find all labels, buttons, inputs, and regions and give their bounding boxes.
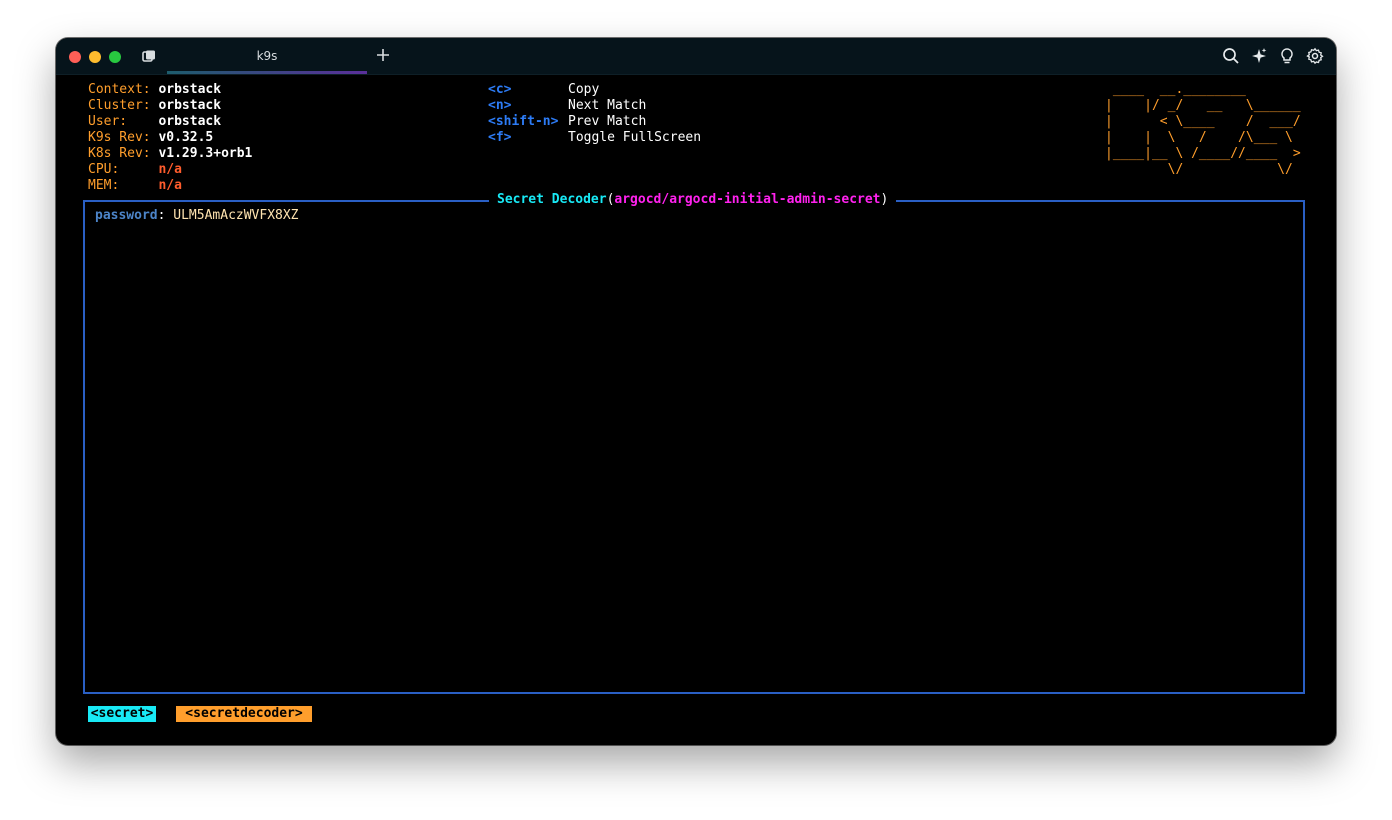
panel-resource-name: argocd/argocd-initial-admin-secret (614, 192, 881, 207)
info-k9s-rev: K9s Rev: v0.32.5 (88, 130, 214, 145)
info-context: Context: orbstack (88, 82, 222, 97)
shortcut-fullscreen: <f> (488, 130, 512, 145)
tab-k9s[interactable]: k9s (167, 38, 367, 74)
settings-gear-icon[interactable] (1306, 47, 1324, 65)
close-window-button[interactable] (69, 51, 81, 63)
zoom-window-button[interactable] (109, 51, 121, 63)
new-tab-icon[interactable] (375, 47, 391, 63)
secret-entry[interactable]: password: ULM5AmAczWVFX8XZ (95, 208, 299, 224)
sparkle-ai-icon[interactable] (1250, 47, 1268, 65)
info-user: User: orbstack (88, 114, 222, 129)
shortcut-next-match-desc: Next Match (568, 98, 647, 113)
info-cpu: CPU: n/a (88, 162, 182, 177)
terminal-window: k9s Context: orbstack Cluster: orbstack … (56, 38, 1336, 745)
secret-value: ULM5AmAczWVFX8XZ (173, 208, 299, 223)
secret-key: password (95, 208, 158, 223)
secret-decoder-panel[interactable]: Secret Decoder(argocd/argocd-initial-adm… (83, 192, 1305, 694)
breadcrumb-secretdecoder[interactable]: <secretdecoder> (176, 706, 312, 722)
shortcut-copy: <c> (488, 82, 512, 97)
lightbulb-icon[interactable] (1278, 47, 1296, 65)
shortcut-prev-match: <shift-n> (488, 114, 559, 129)
title-bar: k9s (56, 38, 1336, 75)
tab-overview-icon[interactable] (141, 48, 157, 64)
shortcut-prev-match-desc: Prev Match (568, 114, 647, 129)
info-mem: MEM: n/a (88, 178, 182, 193)
shortcut-next-match: <n> (488, 98, 512, 113)
k9s-ascii-logo: ____ __.________ | |/ _/ __ \______ | < … (1105, 82, 1301, 177)
terminal-content[interactable]: Context: orbstack Cluster: orbstack User… (80, 82, 1312, 722)
breadcrumb-secret[interactable]: <secret> (88, 706, 156, 722)
minimize-window-button[interactable] (89, 51, 101, 63)
search-icon[interactable] (1222, 47, 1240, 65)
info-cluster: Cluster: orbstack (88, 98, 222, 113)
shortcut-copy-desc: Copy (568, 82, 600, 97)
active-tab-indicator (167, 71, 367, 74)
info-k8s-rev: K8s Rev: v1.29.3+orb1 (88, 146, 253, 161)
shortcut-fullscreen-desc: Toggle FullScreen (568, 130, 702, 145)
panel-title: Secret Decoder(argocd/argocd-initial-adm… (489, 192, 897, 208)
